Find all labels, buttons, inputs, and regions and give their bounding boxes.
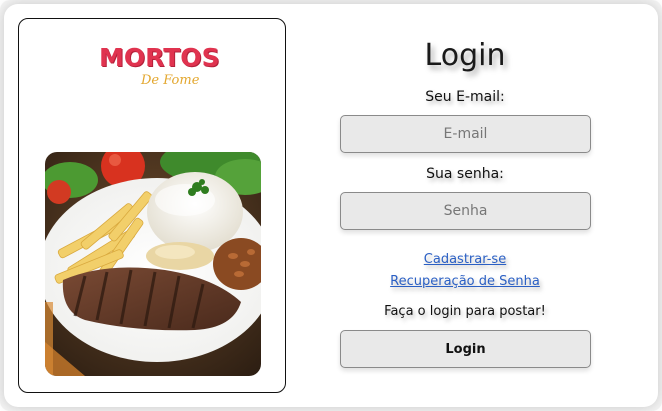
email-field[interactable] (340, 115, 591, 153)
login-form: Login Seu E-mail: Sua senha: Cadastrar-s… (300, 0, 662, 411)
brand-logo: MORTOS De Fome (99, 41, 220, 93)
register-link[interactable]: Cadastrar-se (300, 252, 630, 267)
food-photo (45, 152, 261, 376)
logo-main-text: MORTOS (99, 43, 220, 72)
login-hint: Faça o login para postar! (384, 304, 546, 319)
password-field[interactable] (340, 192, 591, 230)
page-title: Login (424, 38, 506, 73)
login-button[interactable]: Login (340, 330, 591, 368)
password-recovery-link[interactable]: Recuperação de Senha (300, 274, 630, 289)
password-label: Sua senha: (426, 166, 504, 182)
brand-panel: MORTOS De Fome (18, 18, 286, 393)
logo-sub-text: De Fome (141, 73, 200, 88)
email-label: Seu E-mail: (425, 89, 505, 105)
food-photo-illustration (45, 152, 261, 376)
